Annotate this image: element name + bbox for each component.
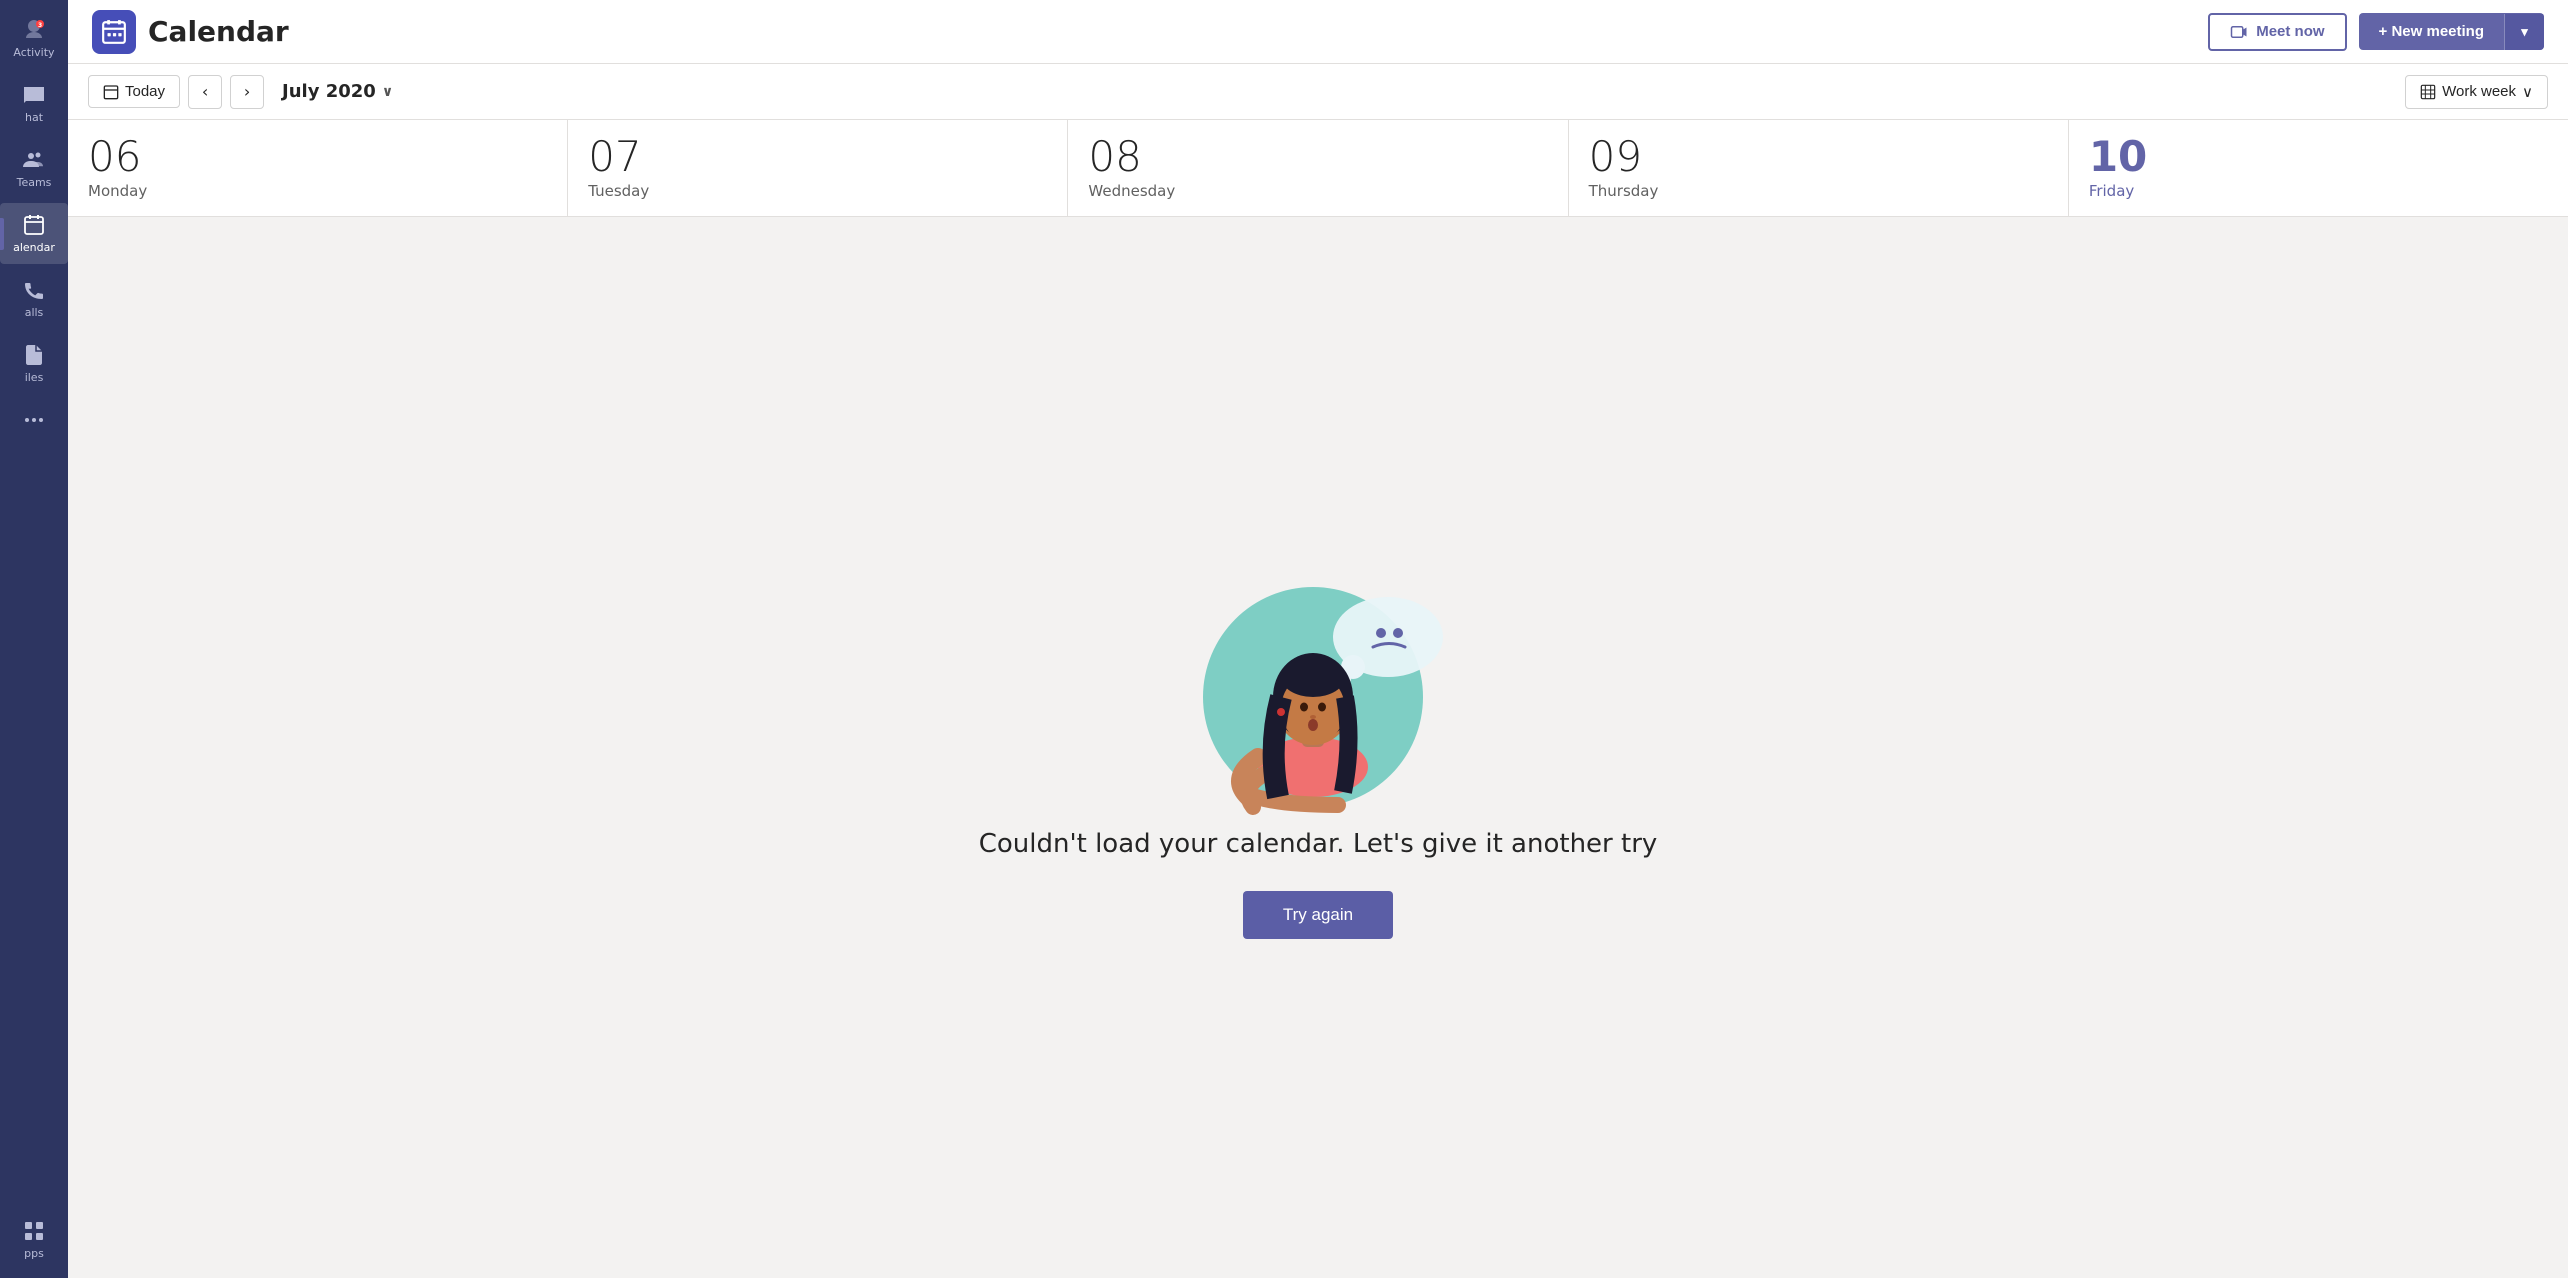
page-title: Calendar bbox=[148, 15, 289, 48]
error-message: Couldn't load your calendar. Let's give … bbox=[979, 829, 1658, 859]
new-meeting-main[interactable]: + New meeting bbox=[2359, 13, 2504, 50]
month-selector[interactable]: July 2020 ∨ bbox=[272, 75, 403, 108]
new-meeting-label: + New meeting bbox=[2379, 23, 2484, 40]
sidebar-item-files-label: iles bbox=[25, 371, 44, 384]
svg-text:3: 3 bbox=[38, 22, 42, 29]
sidebar-item-more[interactable] bbox=[0, 398, 68, 442]
current-month: July 2020 bbox=[282, 81, 376, 102]
active-indicator bbox=[0, 218, 4, 250]
new-meeting-dropdown-arrow[interactable]: ▾ bbox=[2504, 14, 2544, 50]
view-label: Work week bbox=[2442, 83, 2516, 100]
month-chevron-icon: ∨ bbox=[382, 84, 393, 100]
main-content: Calendar Meet now + New meeting ▾ bbox=[68, 0, 2568, 1278]
sidebar-item-apps[interactable]: pps bbox=[0, 1209, 68, 1270]
sidebar-item-apps-label: pps bbox=[24, 1247, 44, 1260]
navbar: Today ‹ › July 2020 ∨ Work week ∨ bbox=[68, 64, 2568, 120]
sidebar-item-files[interactable]: iles bbox=[0, 333, 68, 394]
day-col-friday[interactable]: 10 Friday bbox=[2069, 120, 2568, 216]
new-meeting-button[interactable]: + New meeting ▾ bbox=[2359, 13, 2544, 50]
day-num-tuesday: 07 bbox=[588, 136, 1047, 178]
sidebar-item-calendar[interactable]: alendar bbox=[0, 203, 68, 264]
try-again-button[interactable]: Try again bbox=[1243, 891, 1393, 939]
sidebar-item-activity[interactable]: 3 Activity bbox=[0, 8, 68, 69]
topbar-actions: Meet now + New meeting ▾ bbox=[2208, 13, 2544, 51]
today-label: Today bbox=[125, 83, 165, 100]
meet-now-button[interactable]: Meet now bbox=[2208, 13, 2346, 51]
day-num-thursday: 09 bbox=[1589, 136, 2048, 178]
view-selector-button[interactable]: Work week ∨ bbox=[2405, 75, 2548, 109]
topbar: Calendar Meet now + New meeting ▾ bbox=[68, 0, 2568, 64]
prev-arrow-button[interactable]: ‹ bbox=[188, 75, 222, 109]
sidebar-item-activity-label: Activity bbox=[13, 46, 54, 59]
sidebar-item-chat[interactable]: hat bbox=[0, 73, 68, 134]
day-num-friday: 10 bbox=[2089, 136, 2548, 178]
day-col-wednesday[interactable]: 08 Wednesday bbox=[1068, 120, 1568, 216]
topbar-title-section: Calendar bbox=[92, 10, 2208, 54]
day-name-tuesday: Tuesday bbox=[588, 182, 1047, 200]
day-name-thursday: Thursday bbox=[1589, 182, 2048, 200]
sidebar-item-calls[interactable]: alls bbox=[0, 268, 68, 329]
view-chevron-icon: ∨ bbox=[2522, 83, 2533, 101]
error-illustration bbox=[1198, 557, 1438, 797]
day-name-friday: Friday bbox=[2089, 182, 2548, 200]
calendar-app-icon bbox=[92, 10, 136, 54]
sidebar-item-calendar-label: alendar bbox=[13, 241, 55, 254]
calendar-header: 06 Monday 07 Tuesday 08 Wednesday 09 Thu… bbox=[68, 120, 2568, 217]
day-num-wednesday: 08 bbox=[1088, 136, 1547, 178]
sidebar: 3 Activity hat Teams alendar bbox=[0, 0, 68, 1278]
calendar-body: Couldn't load your calendar. Let's give … bbox=[68, 217, 2568, 1278]
day-num-monday: 06 bbox=[88, 136, 547, 178]
meet-now-label: Meet now bbox=[2256, 23, 2324, 40]
day-name-wednesday: Wednesday bbox=[1088, 182, 1547, 200]
day-col-monday[interactable]: 06 Monday bbox=[68, 120, 568, 216]
today-button[interactable]: Today bbox=[88, 75, 180, 108]
sidebar-item-teams[interactable]: Teams bbox=[0, 138, 68, 199]
error-container: Couldn't load your calendar. Let's give … bbox=[979, 557, 1658, 939]
day-name-monday: Monday bbox=[88, 182, 547, 200]
day-col-thursday[interactable]: 09 Thursday bbox=[1569, 120, 2069, 216]
sidebar-item-chat-label: hat bbox=[25, 111, 43, 124]
sidebar-item-calls-label: alls bbox=[25, 306, 44, 319]
day-col-tuesday[interactable]: 07 Tuesday bbox=[568, 120, 1068, 216]
sidebar-item-teams-label: Teams bbox=[17, 176, 52, 189]
next-arrow-button[interactable]: › bbox=[230, 75, 264, 109]
